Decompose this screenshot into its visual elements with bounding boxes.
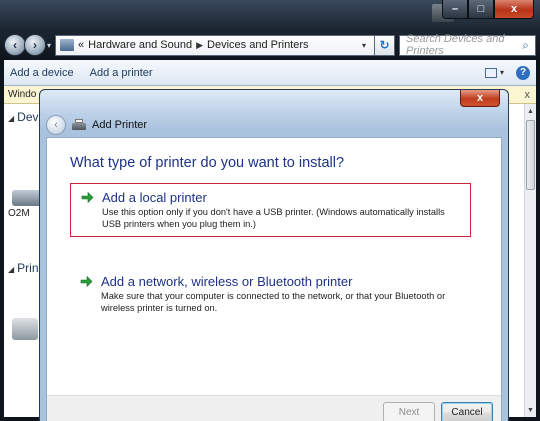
green-arrow-icon [80, 275, 93, 288]
printer-device-icon[interactable] [12, 318, 38, 340]
option-description: Make sure that your computer is connecte… [101, 291, 446, 313]
cancel-button[interactable]: Cancel [441, 402, 493, 421]
scroll-up-icon[interactable]: ▲ [525, 104, 536, 118]
dialog-close-button[interactable]: x [460, 90, 500, 107]
navigation-bar: ‹ › ▾ « Hardware and Sound ▶ Devices and… [4, 33, 536, 57]
breadcrumb-separator-icon[interactable]: ▶ [196, 40, 203, 51]
search-placeholder: Search Devices and Printers [406, 33, 505, 57]
dialog-title: Add Printer [92, 119, 148, 131]
dialog-footer: Next Cancel [47, 395, 501, 421]
back-arrow-icon[interactable]: ‹ [46, 115, 66, 135]
option-description: Use this option only if you don't have a… [102, 207, 445, 229]
vertical-scrollbar[interactable]: ▲ ▼ [524, 104, 536, 417]
window-controls: – □ x [442, 0, 534, 20]
add-network-printer-option[interactable]: Add a network, wireless or Bluetooth pri… [70, 268, 471, 320]
add-printer-button[interactable]: Add a printer [90, 67, 153, 79]
forward-arrow-icon[interactable]: › [24, 34, 46, 56]
add-device-button[interactable]: Add a device [10, 67, 74, 79]
breadcrumb-overflow[interactable]: « [78, 39, 84, 51]
devices-group-label: Dev [17, 110, 39, 124]
view-options-dropdown-icon[interactable]: ▾ [500, 68, 504, 77]
devices-group-header[interactable]: ◢ Dev [8, 110, 39, 124]
collapse-triangle-icon: ◢ [8, 265, 15, 274]
control-panel-icon [60, 39, 75, 51]
info-bar-close-icon[interactable]: x [525, 89, 531, 101]
option-title: Add a network, wireless or Bluetooth pri… [101, 274, 353, 289]
dialog-body: What type of printer do you want to inst… [46, 137, 502, 421]
command-bar: Add a device Add a printer ▾ ? [4, 60, 536, 86]
maximize-button[interactable]: □ [468, 0, 494, 19]
address-dropdown-icon[interactable]: ▾ [362, 41, 366, 50]
scroll-thumb[interactable] [526, 120, 535, 190]
breadcrumb-hardware-and-sound[interactable]: Hardware and Sound [88, 39, 192, 51]
add-printer-dialog: x ‹ Add Printer What type of printer do … [39, 89, 509, 421]
option-title: Add a local printer [102, 190, 207, 205]
scroll-down-icon[interactable]: ▼ [525, 403, 536, 417]
printer-icon [72, 119, 86, 131]
info-bar-text: Windo [8, 89, 37, 100]
search-input[interactable]: Search Devices and Printers ⌕ [399, 33, 536, 57]
collapse-triangle-icon: ◢ [8, 114, 15, 123]
dialog-title-bar: ‹ Add Printer [46, 114, 502, 136]
help-icon[interactable]: ? [516, 65, 530, 80]
search-icon[interactable]: ⌕ [522, 38, 529, 53]
minimize-button[interactable]: – [442, 0, 468, 19]
next-button[interactable]: Next [383, 402, 435, 421]
refresh-icon[interactable]: ↻ [375, 34, 396, 56]
device-label[interactable]: O2M [8, 208, 30, 219]
green-arrow-icon [81, 191, 94, 204]
address-bar[interactable]: « Hardware and Sound ▶ Devices and Print… [55, 34, 376, 56]
recent-pages-dropdown-icon[interactable]: ▾ [47, 41, 51, 50]
add-local-printer-option[interactable]: Add a local printer Use this option only… [70, 183, 471, 237]
back-arrow-icon[interactable]: ‹ [4, 34, 26, 56]
page-question: What type of printer do you want to inst… [70, 155, 345, 171]
breadcrumb-devices-and-printers[interactable]: Devices and Printers [207, 39, 309, 51]
close-button[interactable]: x [494, 0, 534, 19]
device-icon[interactable] [12, 190, 42, 206]
printers-group-label: Prin [17, 261, 39, 275]
change-view-icon[interactable] [484, 67, 497, 78]
printers-group-header[interactable]: ◢ Prin [8, 261, 39, 275]
